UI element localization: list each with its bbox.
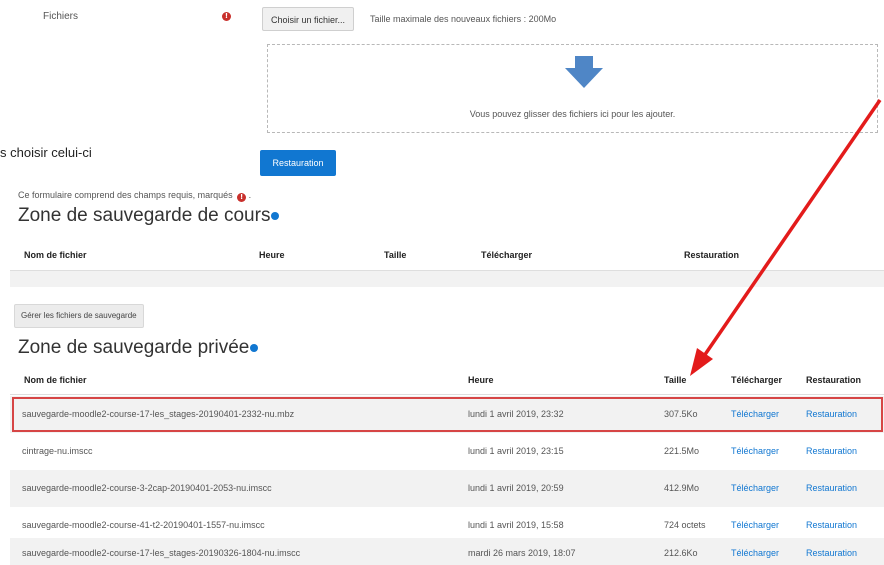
download-link[interactable]: Télécharger bbox=[731, 409, 779, 419]
col-time: Heure bbox=[468, 375, 494, 385]
required-note-end: . bbox=[248, 190, 252, 200]
table-row: cintrage-nu.imscc lundi 1 avril 2019, 23… bbox=[10, 433, 884, 470]
col-download: Télécharger bbox=[481, 250, 533, 260]
required-note-text: Ce formulaire comprend des champs requis… bbox=[18, 190, 233, 200]
choose-file-button[interactable]: Choisir un fichier... bbox=[262, 7, 355, 31]
required-icon: ! bbox=[237, 193, 247, 202]
download-link[interactable]: Télécharger bbox=[731, 548, 779, 558]
partial-side-text: s choisir celui-ci bbox=[0, 145, 92, 160]
max-size-text: Taille maximale des nouveaux fichiers : … bbox=[370, 14, 557, 24]
table-row: sauvegarde-moodle2-course-17-les_stages-… bbox=[10, 396, 884, 433]
table-row: sauvegarde-moodle2-course-3-2cap-2019040… bbox=[10, 470, 884, 507]
file-time: lundi 1 avril 2019, 20:59 bbox=[468, 483, 564, 493]
help-icon[interactable] bbox=[250, 344, 259, 352]
col-restore: Restauration bbox=[806, 375, 862, 385]
file-size: 307.5Ko bbox=[664, 409, 698, 419]
restore-button[interactable]: Restauration bbox=[260, 150, 336, 176]
col-filename: Nom de fichier bbox=[24, 375, 87, 385]
col-size: Taille bbox=[664, 375, 687, 385]
course-zone-title-text: Zone de sauvegarde de cours bbox=[18, 205, 271, 226]
restore-link[interactable]: Restauration bbox=[806, 548, 857, 558]
file-size: 724 octets bbox=[664, 520, 706, 530]
file-name: cintrage-nu.imscc bbox=[22, 446, 93, 456]
empty-table-row bbox=[10, 271, 884, 287]
private-zone-title-text: Zone de sauvegarde privée bbox=[18, 337, 250, 358]
col-size: Taille bbox=[384, 250, 407, 260]
col-download: Télécharger bbox=[731, 375, 783, 385]
download-link[interactable]: Télécharger bbox=[731, 483, 779, 493]
file-time: lundi 1 avril 2019, 23:15 bbox=[468, 446, 564, 456]
file-time: mardi 26 mars 2019, 18:07 bbox=[468, 548, 576, 558]
file-size: 221.5Mo bbox=[664, 446, 700, 456]
down-arrow-icon bbox=[565, 56, 603, 88]
file-time: lundi 1 avril 2019, 23:32 bbox=[468, 409, 564, 419]
col-filename: Nom de fichier bbox=[24, 250, 87, 260]
download-link[interactable]: Télécharger bbox=[731, 446, 779, 456]
restore-link[interactable]: Restauration bbox=[806, 446, 857, 456]
file-name: sauvegarde-moodle2-course-3-2cap-2019040… bbox=[22, 483, 272, 493]
required-icon: ! bbox=[222, 12, 231, 21]
table-row: sauvegarde-moodle2-course-17-les_stages-… bbox=[10, 538, 884, 565]
file-size: 212.6Ko bbox=[664, 548, 698, 558]
file-name: sauvegarde-moodle2-course-41-t2-20190401… bbox=[22, 520, 265, 530]
red-arrow-line bbox=[702, 99, 882, 357]
dropzone-text: Vous pouvez glisser des fichiers ici pou… bbox=[469, 109, 676, 119]
table-divider bbox=[10, 394, 884, 395]
required-fields-note: Ce formulaire comprend des champs requis… bbox=[18, 190, 251, 202]
file-name: sauvegarde-moodle2-course-17-les_stages-… bbox=[22, 548, 301, 558]
col-time: Heure bbox=[259, 250, 285, 260]
help-icon[interactable] bbox=[271, 212, 280, 220]
file-name: sauvegarde-moodle2-course-17-les_stages-… bbox=[22, 409, 295, 419]
restore-link[interactable]: Restauration bbox=[806, 520, 857, 530]
red-arrow-head bbox=[690, 348, 713, 376]
private-backup-zone-title: Zone de sauvegarde privée bbox=[18, 337, 259, 359]
file-size: 412.9Mo bbox=[664, 483, 700, 493]
restore-link[interactable]: Restauration bbox=[806, 483, 857, 493]
restore-link[interactable]: Restauration bbox=[806, 409, 857, 419]
col-restore: Restauration bbox=[684, 250, 740, 260]
download-link[interactable]: Télécharger bbox=[731, 520, 779, 530]
files-field-label: Fichiers bbox=[43, 11, 79, 22]
manage-backups-button[interactable]: Gérer les fichiers de sauvegarde bbox=[14, 304, 144, 328]
file-time: lundi 1 avril 2019, 15:58 bbox=[468, 520, 564, 530]
course-backup-zone-title: Zone de sauvegarde de cours bbox=[18, 205, 280, 227]
